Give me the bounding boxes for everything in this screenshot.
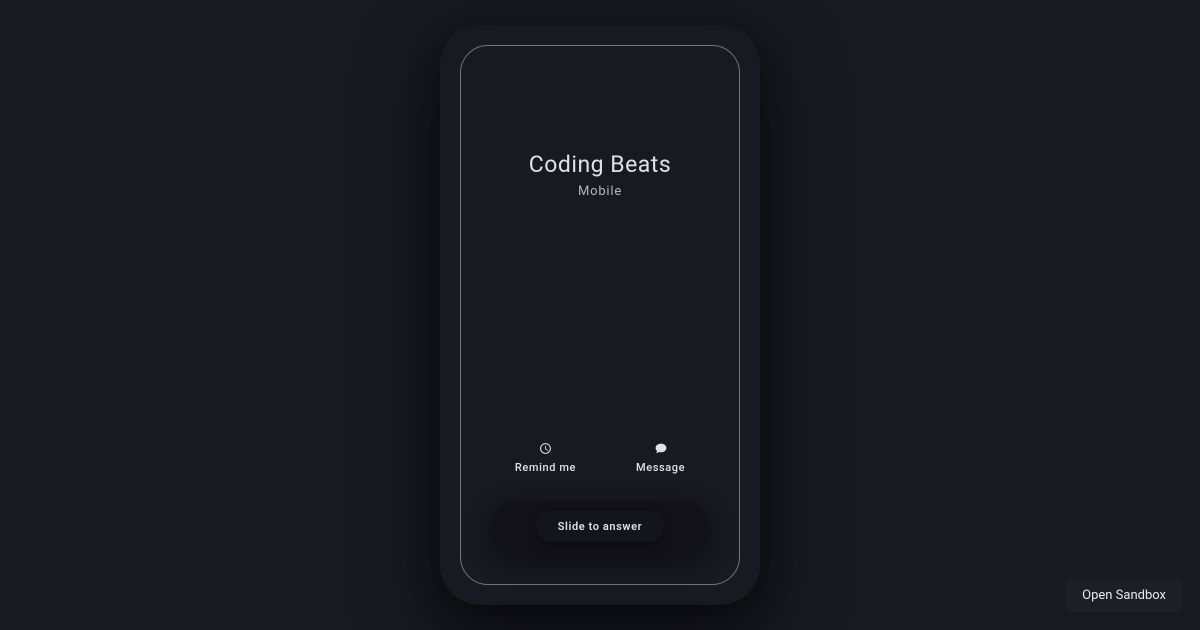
slide-pill[interactable]: Slide to answer xyxy=(536,511,665,542)
open-sandbox-button[interactable]: Open Sandbox xyxy=(1066,579,1182,612)
remind-me-label: Remind me xyxy=(515,461,576,474)
bottom-section: Remind me Message Slide to answer xyxy=(461,441,739,554)
remind-me-button[interactable]: Remind me xyxy=(515,441,576,474)
message-button[interactable]: Message xyxy=(636,441,685,474)
slide-to-answer-track[interactable]: Slide to answer xyxy=(490,498,710,554)
caller-info: Coding Beats Mobile xyxy=(529,151,671,199)
caller-subtitle: Mobile xyxy=(529,184,671,199)
slide-label: Slide to answer xyxy=(558,520,643,533)
action-row: Remind me Message xyxy=(515,441,685,474)
message-icon xyxy=(654,441,668,455)
phone-frame: Coding Beats Mobile Remind me xyxy=(440,25,760,605)
clock-icon xyxy=(538,441,552,455)
phone-screen: Coding Beats Mobile Remind me xyxy=(460,45,740,585)
caller-name: Coding Beats xyxy=(529,151,671,178)
message-label: Message xyxy=(636,461,685,474)
